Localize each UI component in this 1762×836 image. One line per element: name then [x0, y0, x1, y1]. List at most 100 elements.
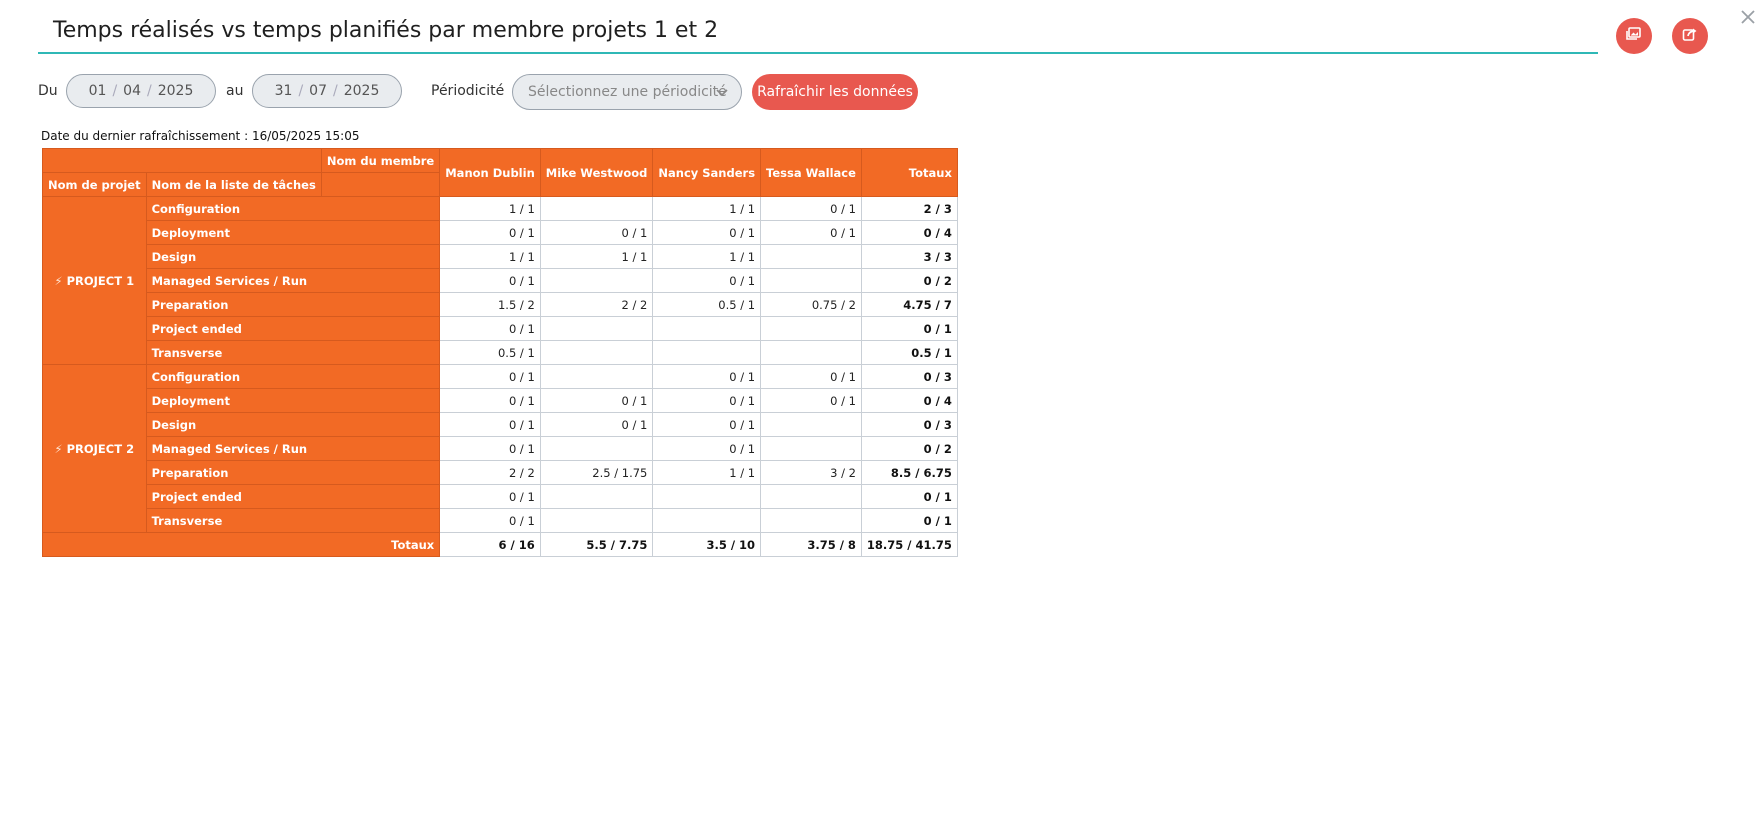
- from-day: 01: [88, 83, 107, 99]
- value-cell: 0 / 1: [652, 388, 762, 413]
- table-row: Transverse 0 / 10 / 1: [43, 508, 958, 533]
- member-total-cell: 5.5 / 7.75: [539, 532, 654, 557]
- tasklist-name: Configuration: [145, 364, 441, 389]
- project-name: PROJECT 2: [66, 441, 135, 456]
- totals-header: Totaux: [860, 148, 958, 197]
- table-row: Deployment 0 / 10 / 10 / 10 / 10 / 4: [43, 220, 958, 245]
- member-name-header: Tessa Wallace: [760, 148, 862, 197]
- value-cell: [652, 340, 762, 365]
- row-total-cell: 4.75 / 7: [860, 292, 958, 317]
- tasklist-name: Project ended: [145, 316, 441, 341]
- value-cell: 0 / 1: [439, 436, 541, 461]
- row-total-cell: 0 / 3: [860, 364, 958, 389]
- value-cell: 0 / 1: [652, 364, 762, 389]
- chevron-down-icon: [715, 85, 729, 103]
- to-month: 07: [309, 83, 327, 99]
- value-cell: 1 / 1: [539, 244, 654, 269]
- value-cell: 1 / 1: [652, 196, 762, 221]
- value-cell: [760, 340, 862, 365]
- value-cell: [539, 436, 654, 461]
- value-cell: 0 / 1: [652, 268, 762, 293]
- project-name: PROJECT 1: [66, 273, 135, 288]
- table-body: ⚡ PROJECT 1 Configuration 1 / 11 / 10 / 12 …: [41, 196, 958, 557]
- from-date-input[interactable]: 01/ 04/ 2025: [66, 74, 216, 108]
- value-cell: [652, 316, 762, 341]
- row-total-cell: 0 / 1: [860, 508, 958, 533]
- last-refresh-date: Date du dernier rafraîchissement : 16/05…: [41, 129, 360, 143]
- lightning-icon: ⚡: [54, 273, 63, 288]
- project-cell: ⚡ PROJECT 2: [42, 364, 147, 533]
- value-cell: [539, 484, 654, 509]
- tasklist-name: Design: [145, 244, 441, 269]
- value-cell: [760, 268, 862, 293]
- share-export-icon: [1682, 26, 1698, 46]
- row-total-cell: 0.5 / 1: [860, 340, 958, 365]
- to-year: 2025: [343, 83, 380, 99]
- value-cell: [539, 268, 654, 293]
- member-name-header: Mike Westwood: [539, 148, 654, 197]
- table-row: Transverse 0.5 / 1 0.5 / 1: [43, 340, 958, 365]
- export-image-button[interactable]: [1616, 18, 1652, 54]
- value-cell: 0.75 / 2: [760, 292, 862, 317]
- tasklist-name: Managed Services / Run: [145, 268, 441, 293]
- lightning-icon: ⚡: [54, 441, 63, 456]
- value-cell: 0 / 1: [439, 484, 541, 509]
- table-row: Project ended 0 / 10 / 1: [43, 316, 958, 341]
- value-cell: 0 / 1: [760, 196, 862, 221]
- table-row: Design 0 / 10 / 10 / 10 / 3: [43, 412, 958, 437]
- tasklist-header: Nom de la liste de tâches: [145, 172, 322, 197]
- refresh-data-button[interactable]: Rafraîchir les données: [752, 74, 918, 110]
- value-cell: 0 / 1: [439, 508, 541, 533]
- table-row: Preparation 2 / 2 2.5 / 1.75 1 / 13 / 2 8.5 …: [43, 460, 958, 485]
- from-year: 2025: [157, 83, 194, 99]
- close-button[interactable]: [1738, 8, 1758, 28]
- row-total-cell: 2 / 3: [860, 196, 958, 221]
- report-table: Nom du membre Manon Dublin Mike Westwood…: [41, 148, 958, 557]
- row-total-cell: 0 / 2: [860, 436, 958, 461]
- row-total-cell: 0 / 2: [860, 268, 958, 293]
- value-cell: 0 / 1: [760, 220, 862, 245]
- member-header: Nom du membre: [320, 148, 441, 173]
- row-total-cell: 8.5 / 6.75: [860, 460, 958, 485]
- value-cell: 1 / 1: [439, 244, 541, 269]
- to-day: 31: [274, 83, 293, 99]
- header-blank: [42, 148, 322, 173]
- tasklist-name: Managed Services / Run: [145, 436, 441, 461]
- to-date-input[interactable]: 31/ 07/ 2025: [252, 74, 402, 108]
- share-button[interactable]: [1672, 18, 1708, 54]
- value-cell: 0 / 1: [652, 412, 762, 437]
- value-cell: [539, 196, 654, 221]
- table-row: ⚡ PROJECT 1 Configuration 1 / 11 / 10 / 12 …: [42, 196, 958, 365]
- tasklist-name: Preparation: [145, 460, 441, 485]
- project-header: Nom de projet: [42, 172, 147, 197]
- periodicity-placeholder: Sélectionnez une périodicité: [528, 84, 727, 100]
- row-total-cell: 3 / 3: [860, 244, 958, 269]
- value-cell: 1 / 1: [652, 460, 762, 485]
- periodicity-label: Périodicité: [431, 83, 505, 99]
- value-cell: 1.5 / 2: [439, 292, 541, 317]
- value-cell: [539, 340, 654, 365]
- value-cell: 0 / 1: [652, 220, 762, 245]
- report-title-field[interactable]: Temps réalisés vs temps planifiés par me…: [38, 14, 1598, 54]
- to-label: au: [226, 83, 244, 99]
- row-total-cell: 0 / 1: [860, 316, 958, 341]
- tasklist-name: Project ended: [145, 484, 441, 509]
- member-total-cell: 3.75 / 8: [760, 532, 862, 557]
- value-cell: 2.5 / 1.75: [539, 460, 654, 485]
- tasklist-name: Design: [145, 412, 441, 437]
- value-cell: [539, 364, 654, 389]
- tasklist-name: Deployment: [145, 220, 441, 245]
- value-cell: 0 / 1: [439, 268, 541, 293]
- value-cell: [539, 316, 654, 341]
- table-row: Deployment 0 / 10 / 10 / 10 / 10 / 4: [43, 388, 958, 413]
- value-cell: [652, 484, 762, 509]
- value-cell: 0 / 1: [760, 388, 862, 413]
- value-cell: 0.5 / 1: [439, 340, 541, 365]
- header-blank: [320, 172, 441, 197]
- value-cell: [760, 244, 862, 269]
- table-row: Managed Services / Run 0 / 10 / 10 / 2: [43, 436, 958, 461]
- member-name-header: Manon Dublin: [439, 148, 541, 197]
- table-row: Managed Services / Run 0 / 10 / 10 / 2: [43, 268, 958, 293]
- periodicity-select[interactable]: Sélectionnez une périodicité: [512, 74, 742, 110]
- value-cell: [760, 508, 862, 533]
